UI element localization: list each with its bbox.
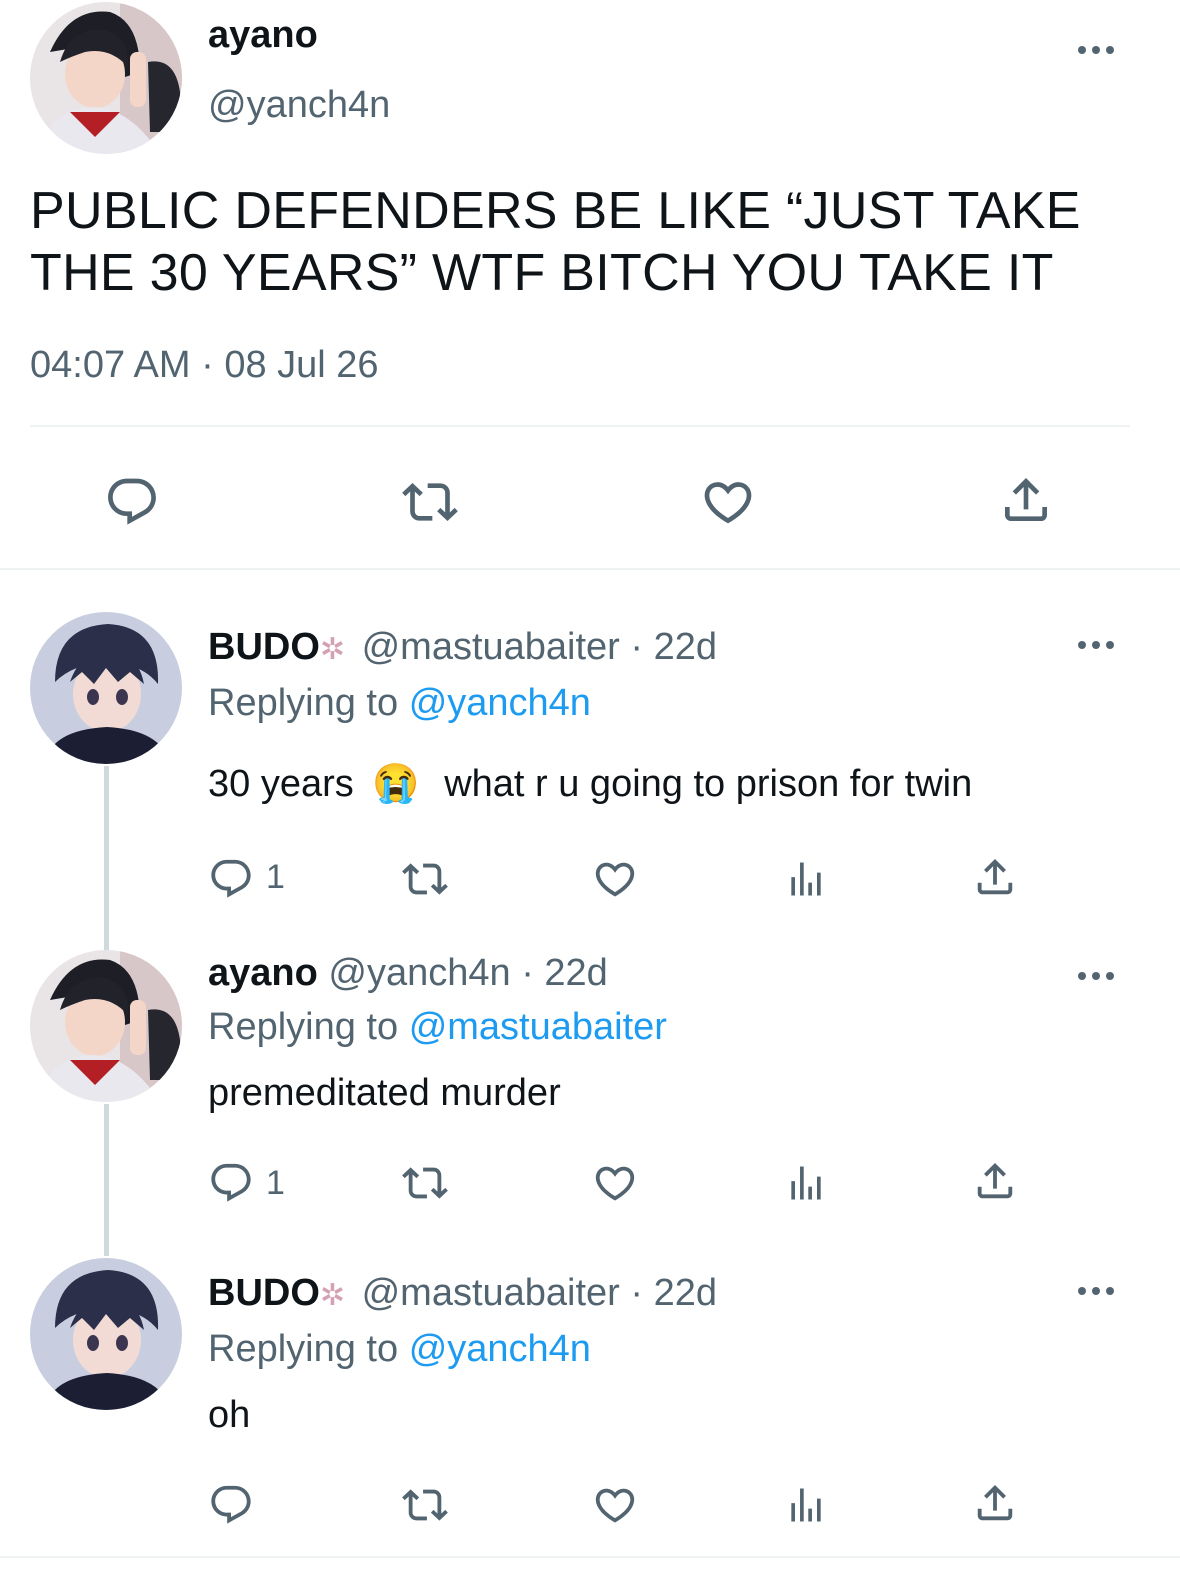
reply-count: 1	[266, 858, 285, 896]
retweet-icon[interactable]	[402, 856, 448, 902]
thread-line	[104, 1104, 109, 1256]
more-icon[interactable]	[1078, 637, 1122, 653]
sparkle-badge-icon: ✲	[319, 1279, 346, 1312]
thread-line	[104, 766, 109, 950]
avatar-ayano[interactable]	[30, 950, 182, 1102]
replying-to: Replying to @mastuabaiter	[208, 1006, 667, 1049]
views-icon[interactable]	[784, 856, 828, 902]
share-icon[interactable]	[998, 472, 1054, 528]
replying-to-link[interactable]: @yanch4n	[409, 682, 591, 724]
crying-emoji: 😭	[372, 763, 420, 805]
heart-icon[interactable]	[592, 1160, 638, 1206]
reply-text: premeditated murder	[208, 1072, 561, 1114]
reply-count: 1	[266, 1164, 285, 1202]
replying-prefix: Replying to	[208, 1328, 399, 1370]
reply-header: BUDO✲ @mastuabaiter · 22d	[208, 626, 717, 669]
share-icon[interactable]	[972, 1480, 1018, 1526]
views-icon[interactable]	[784, 1160, 828, 1206]
reply-handle-time[interactable]: @mastuabaiter · 22d	[362, 1272, 717, 1314]
divider	[0, 1556, 1180, 1558]
replying-prefix: Replying to	[208, 682, 399, 724]
reply-icon[interactable]	[208, 1160, 254, 1206]
replying-to-link[interactable]: @yanch4n	[409, 1328, 591, 1370]
reply-text: 30 years 😭 what r u going to prison for …	[208, 762, 972, 806]
heart-icon[interactable]	[592, 1482, 638, 1528]
replying-to: Replying to @yanch4n	[208, 1328, 591, 1371]
share-icon[interactable]	[972, 854, 1018, 900]
reply-text: oh	[208, 1394, 251, 1436]
heart-icon[interactable]	[592, 856, 638, 902]
tweet-text: PUBLIC DEFENDERS BE LIKE “JUST TAKE THE …	[30, 180, 1081, 304]
reply-handle-time[interactable]: @mastuabaiter · 22d	[362, 626, 717, 668]
divider	[30, 425, 1130, 427]
more-icon[interactable]	[1078, 968, 1122, 984]
author-handle[interactable]: @yanch4n	[208, 84, 390, 127]
reply-text-part-2: what r u going to prison for twin	[444, 763, 973, 805]
retweet-icon[interactable]	[402, 474, 458, 530]
avatar-budo[interactable]	[30, 1258, 182, 1410]
tweet-text-line-1: PUBLIC DEFENDERS BE LIKE “JUST TAKE	[30, 182, 1081, 240]
reply-header: ayano @yanch4n · 22d	[208, 952, 608, 995]
reply-icon[interactable]	[104, 474, 160, 530]
avatar-budo[interactable]	[30, 612, 182, 764]
reply-text-part-1: 30 years	[208, 763, 354, 805]
sparkle-badge-icon: ✲	[319, 633, 346, 666]
reply-display-name[interactable]: ayano	[208, 952, 318, 994]
reply-header: BUDO✲ @mastuabaiter · 22d	[208, 1272, 717, 1315]
tweet-text-line-2: THE 30 YEARS” WTF BITCH YOU TAKE IT	[30, 244, 1054, 302]
replying-to: Replying to @yanch4n	[208, 682, 591, 725]
replying-to-link[interactable]: @mastuabaiter	[409, 1006, 667, 1048]
more-icon[interactable]	[1078, 42, 1122, 58]
reply-display-name[interactable]: BUDO	[208, 1272, 320, 1314]
retweet-icon[interactable]	[402, 1160, 448, 1206]
views-icon[interactable]	[784, 1482, 828, 1528]
share-icon[interactable]	[972, 1158, 1018, 1204]
retweet-icon[interactable]	[402, 1482, 448, 1528]
heart-icon[interactable]	[700, 474, 756, 530]
reply-icon[interactable]	[208, 856, 254, 902]
divider	[0, 568, 1180, 570]
more-icon[interactable]	[1078, 1283, 1122, 1299]
replying-prefix: Replying to	[208, 1006, 399, 1048]
author-display-name[interactable]: ayano	[208, 14, 318, 57]
reply-display-name[interactable]: BUDO	[208, 626, 320, 668]
reply-handle-time[interactable]: @yanch4n · 22d	[328, 952, 607, 994]
reply-icon[interactable]	[208, 1482, 254, 1528]
tweet-timestamp[interactable]: 04:07 AM · 08 Jul 26	[30, 344, 379, 387]
avatar-ayano[interactable]	[30, 2, 182, 154]
